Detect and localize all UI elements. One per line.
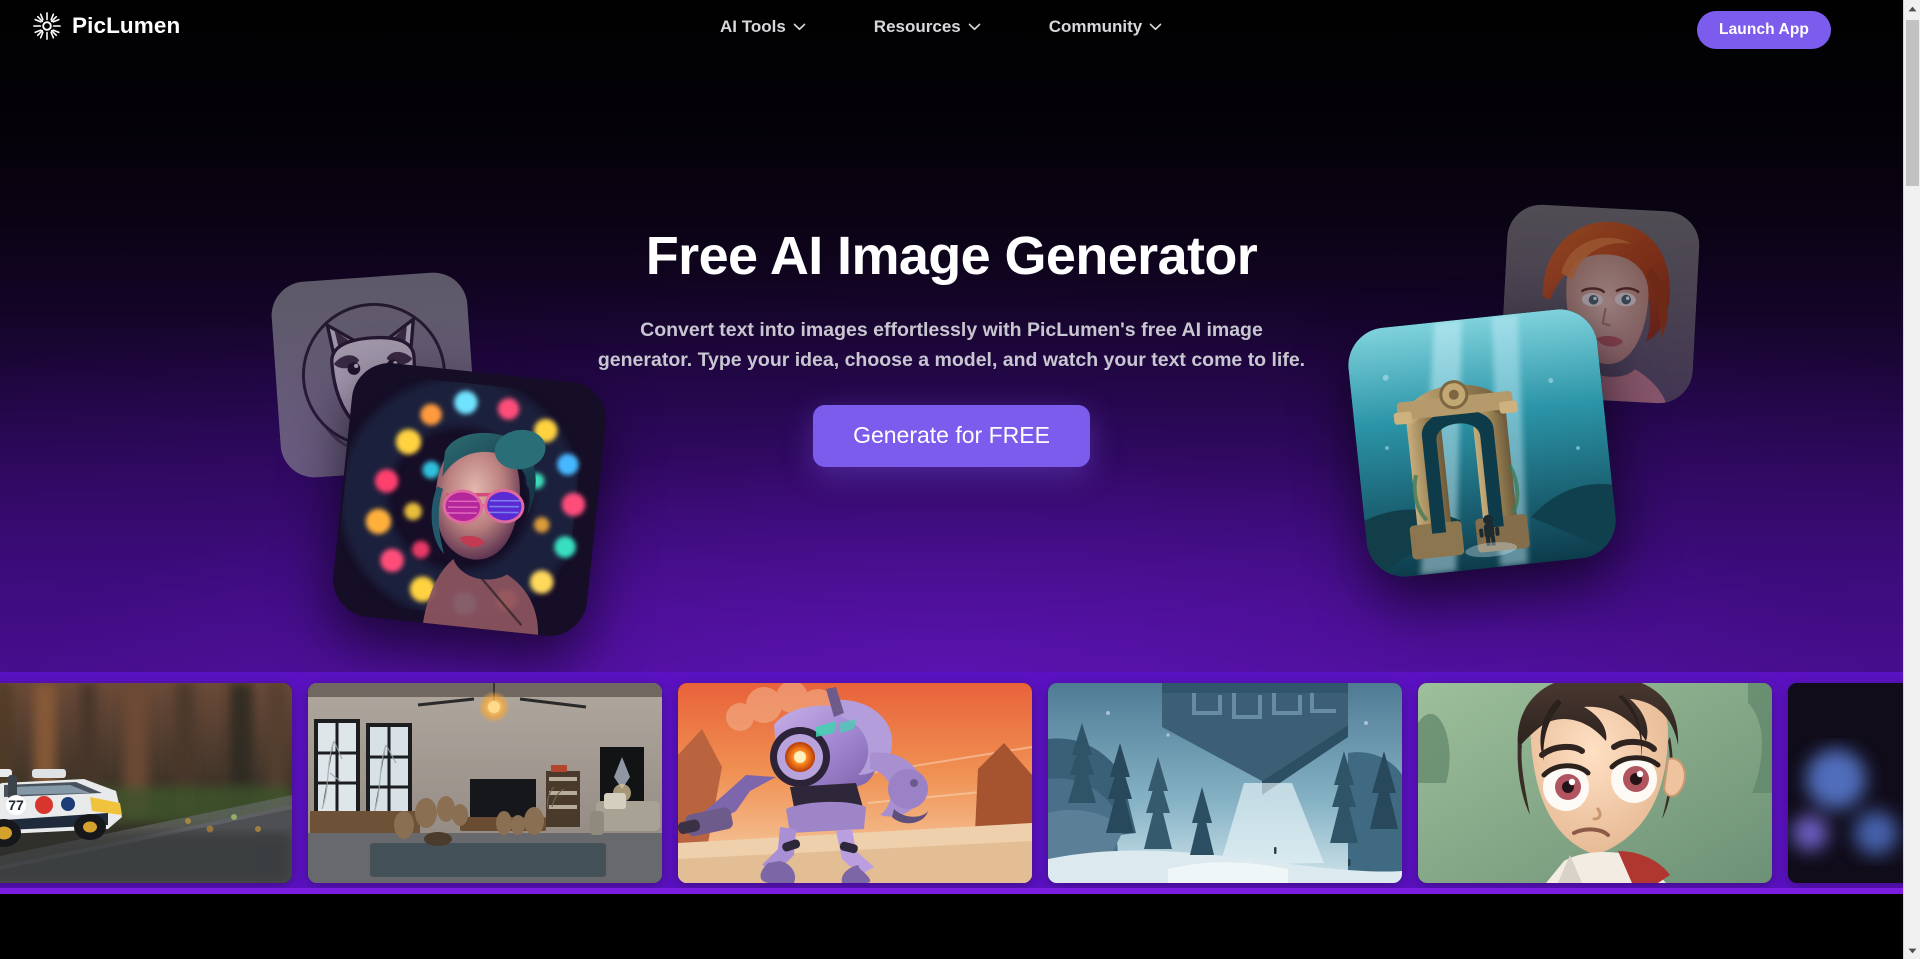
vertical-scrollbar[interactable] — [1903, 0, 1920, 959]
scroll-down-arrow[interactable] — [1904, 942, 1920, 959]
triangle-up-icon — [1908, 6, 1917, 11]
triangle-down-icon — [1908, 948, 1917, 953]
hero-subtitle: Convert text into images effortlessly wi… — [597, 319, 1306, 372]
living-room-art — [308, 683, 662, 883]
rally-car-tile[interactable]: 77 — [0, 683, 292, 883]
nav-item-label: Resources — [873, 17, 961, 36]
nav-item-label: AI Tools — [720, 17, 786, 36]
mech-robot-tile[interactable] — [678, 683, 1032, 883]
generate-for-free-button[interactable]: Generate for FREE — [813, 404, 1090, 467]
main-navigation: AI Tools Resources Community — [720, 13, 1162, 40]
nav-item-label: Community — [1048, 17, 1143, 36]
snow-monolith-tile[interactable] — [1048, 683, 1402, 883]
page-root: Free AI Image Generator Convert text int… — [0, 0, 1920, 959]
chevron-down-icon — [793, 23, 806, 30]
launch-app-button[interactable]: Launch App — [1697, 11, 1831, 49]
living-room-tile[interactable] — [308, 683, 662, 883]
white-fox-art — [1788, 683, 1903, 883]
nav-item-ai-tools[interactable]: AI Tools — [720, 13, 806, 40]
underwater-ruins-card[interactable] — [1344, 305, 1620, 581]
snow-monolith-art — [1048, 683, 1402, 883]
neon-portrait-art — [329, 359, 610, 640]
anime-boy-tile[interactable] — [1418, 683, 1772, 883]
page-title: Free AI Image Generator — [645, 226, 1258, 286]
underwater-ruins-art — [1344, 305, 1620, 581]
chevron-down-icon — [1149, 23, 1162, 30]
gallery-strip: 77 — [0, 672, 1903, 894]
brand-logo[interactable]: PicLumen — [32, 11, 180, 41]
nav-item-resources[interactable]: Resources — [874, 13, 981, 40]
scroll-thumb[interactable] — [1906, 20, 1919, 186]
svg-text:77: 77 — [8, 797, 24, 813]
brand-name: PicLumen — [72, 12, 181, 38]
sunburst-icon — [33, 12, 61, 40]
nav-item-community[interactable]: Community — [1049, 13, 1163, 40]
top-navigation-bar: PicLumen AI Tools Resources Community La… — [0, 0, 1903, 62]
gallery-strip-track[interactable]: 77 — [0, 672, 1903, 894]
scroll-up-arrow[interactable] — [1904, 0, 1920, 17]
neon-portrait-card[interactable] — [329, 359, 610, 640]
mech-robot-art — [678, 683, 1032, 883]
rally-car-art: 77 — [0, 683, 292, 883]
hero-section: Free AI Image Generator Convert text int… — [0, 0, 1903, 672]
chevron-down-icon — [968, 23, 981, 30]
anime-boy-art — [1418, 683, 1772, 883]
white-fox-tile[interactable] — [1788, 683, 1903, 883]
page-bottom-area — [0, 894, 1903, 959]
hero-copy: Free AI Image Generator Convert text int… — [572, 226, 1332, 467]
